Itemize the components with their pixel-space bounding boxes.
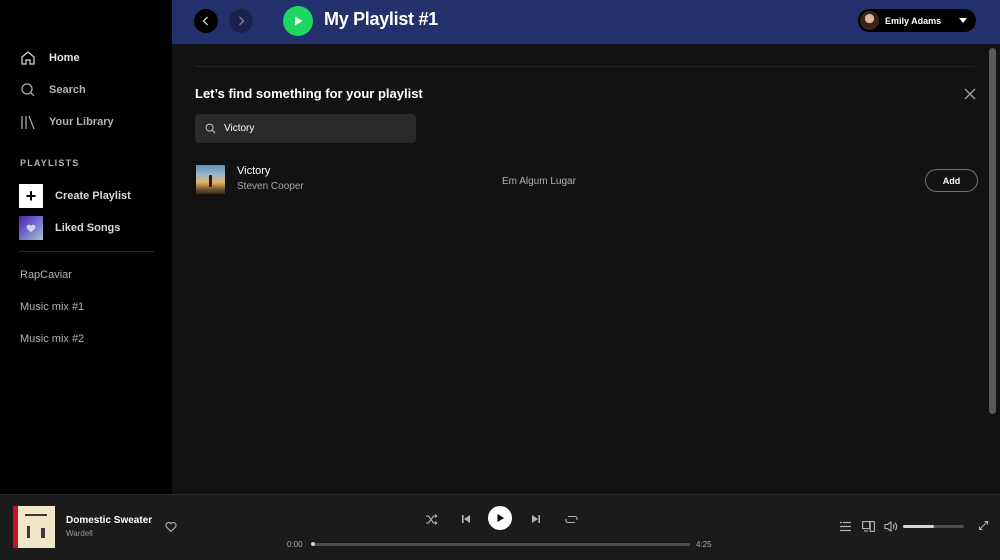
play-icon xyxy=(295,16,303,26)
volume-slider[interactable] xyxy=(903,525,964,528)
search-icon xyxy=(205,123,216,134)
song-search-field[interactable] xyxy=(195,114,416,143)
add-song-button[interactable]: Add xyxy=(925,169,978,192)
fullscreen-button[interactable] xyxy=(976,519,990,531)
liked-songs-label: Liked Songs xyxy=(55,222,121,234)
skip-forward-icon xyxy=(532,515,540,523)
queue-button[interactable] xyxy=(838,520,852,532)
repeat-icon xyxy=(564,515,578,523)
song-search-input[interactable] xyxy=(224,123,404,134)
now-playing-title[interactable]: Domestic Sweater xyxy=(66,515,152,526)
main-content: Let’s find something for your playlist V… xyxy=(172,44,1000,494)
find-songs-title: Let’s find something for your playlist xyxy=(195,86,423,101)
playlist-item[interactable]: Music mix #1 xyxy=(20,301,84,313)
song-album[interactable]: Em Algum Lugar xyxy=(502,176,576,187)
next-button[interactable] xyxy=(529,512,543,526)
chevron-right-icon xyxy=(239,16,245,26)
volume-icon xyxy=(884,520,898,532)
search-icon xyxy=(19,81,37,99)
player-bar: Domestic Sweater Wardell 0:00 4:25 xyxy=(0,494,1000,560)
close-icon xyxy=(964,88,976,100)
avatar xyxy=(860,11,879,30)
liked-songs-button[interactable]: Liked Songs xyxy=(19,216,120,240)
previous-button[interactable] xyxy=(459,512,473,526)
sidebar-item-label: Your Library xyxy=(49,116,114,128)
shuffle-icon xyxy=(425,513,438,525)
sidebar-item-home[interactable]: Home xyxy=(19,47,80,69)
playlists-section-title: PLAYLISTS xyxy=(20,158,80,168)
mute-button[interactable] xyxy=(884,520,898,532)
caret-down-icon xyxy=(959,18,967,23)
fullscreen-icon xyxy=(978,520,988,530)
sidebar-item-label: Search xyxy=(49,84,86,96)
page-title: My Playlist #1 xyxy=(324,9,438,29)
search-result-row: Victory Steven Cooper Em Algum Lugar Add xyxy=(195,163,978,197)
album-art xyxy=(196,165,225,194)
back-button[interactable] xyxy=(194,9,218,33)
top-header: My Playlist #1 Emily Adams xyxy=(172,0,1000,44)
sidebar-divider xyxy=(19,251,154,252)
playlist-item[interactable]: Music mix #2 xyxy=(20,333,84,345)
play-icon xyxy=(497,514,504,522)
playlist-item[interactable]: RapCaviar xyxy=(20,269,72,281)
sidebar-item-label: Home xyxy=(49,52,80,64)
play-pause-button[interactable] xyxy=(488,506,512,530)
heart-icon xyxy=(19,216,43,240)
main-scrollbar[interactable] xyxy=(989,48,996,414)
heart-outline-icon xyxy=(165,522,177,533)
chevron-left-icon xyxy=(202,16,208,26)
current-time: 0:00 xyxy=(287,540,303,549)
progress-bar[interactable] xyxy=(311,542,690,546)
plus-icon: + xyxy=(19,184,43,208)
sidebar: Home Search Your Library PLAYLISTS + Cre… xyxy=(0,0,172,494)
song-artist[interactable]: Steven Cooper xyxy=(237,181,304,192)
close-button[interactable] xyxy=(964,87,976,100)
song-title[interactable]: Victory xyxy=(237,165,270,177)
shuffle-button[interactable] xyxy=(424,512,438,526)
forward-button[interactable] xyxy=(229,9,253,33)
skip-back-icon xyxy=(462,515,470,523)
devices-icon xyxy=(861,520,875,532)
library-icon xyxy=(19,113,37,131)
home-icon xyxy=(19,49,37,67)
create-playlist-label: Create Playlist xyxy=(55,190,131,202)
progress-handle[interactable] xyxy=(311,542,315,546)
now-playing-album-art xyxy=(13,506,55,548)
sidebar-item-search[interactable]: Search xyxy=(19,79,86,101)
volume-fill xyxy=(903,525,934,528)
like-button[interactable] xyxy=(165,520,177,533)
create-playlist-button[interactable]: + Create Playlist xyxy=(19,184,131,208)
duration: 4:25 xyxy=(696,540,712,549)
section-divider xyxy=(195,66,975,67)
repeat-button[interactable] xyxy=(564,512,578,526)
sidebar-item-library[interactable]: Your Library xyxy=(19,111,114,133)
now-playing-artist[interactable]: Wardell xyxy=(66,529,93,538)
connect-device-button[interactable] xyxy=(861,520,875,532)
queue-icon xyxy=(839,521,851,531)
play-playlist-button[interactable] xyxy=(283,6,313,36)
user-menu-button[interactable]: Emily Adams xyxy=(858,9,976,32)
user-name: Emily Adams xyxy=(885,15,942,26)
